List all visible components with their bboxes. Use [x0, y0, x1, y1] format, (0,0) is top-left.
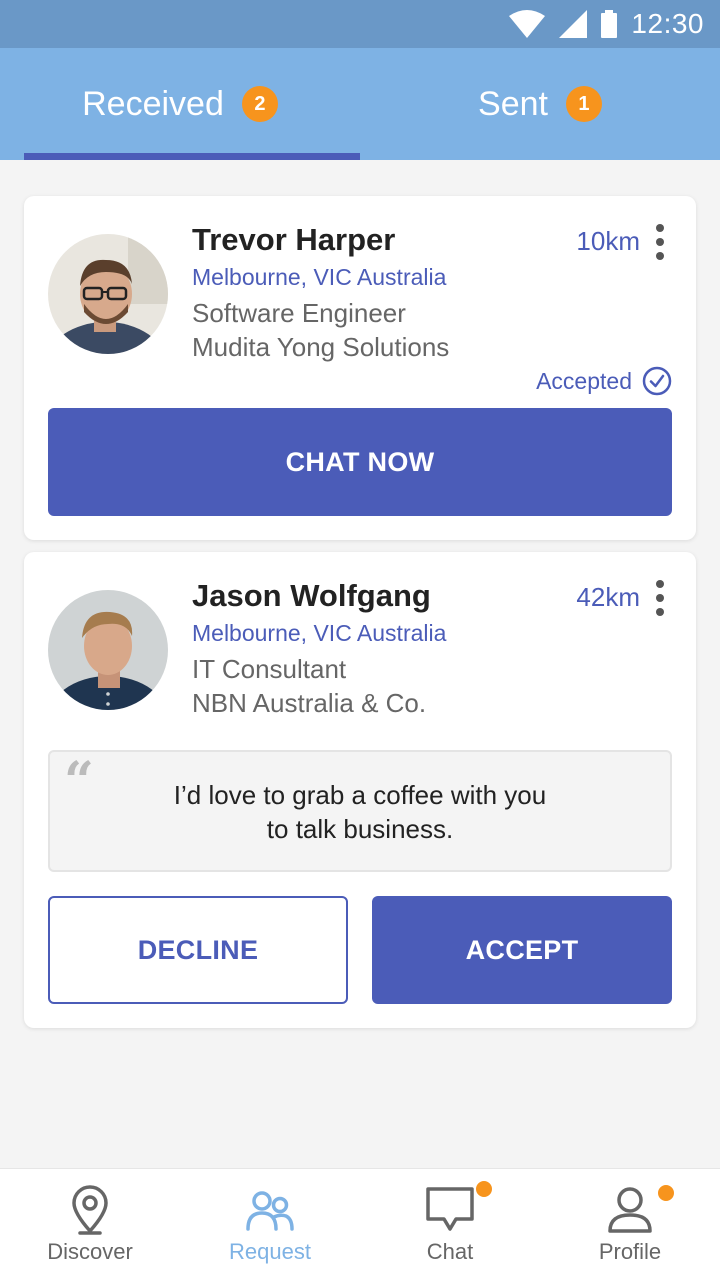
chat-bubble-icon	[426, 1187, 474, 1231]
nav-request-label: Request	[229, 1239, 311, 1264]
distance-label: 42km	[576, 582, 640, 612]
bottom-navigation: Discover Request Chat Profile	[0, 1168, 720, 1280]
requester-title: Software Engineer	[192, 298, 406, 328]
nav-chat-label: Chat	[426, 1239, 474, 1264]
nav-profile-label: Profile	[598, 1239, 662, 1264]
chat-now-button[interactable]: CHAT NOW	[48, 408, 672, 516]
request-card: Jason Wolfgang Melbourne, VIC Australia …	[24, 552, 696, 1028]
requester-name: Jason Wolfgang	[192, 578, 431, 613]
message-text: I’d love to grab a coffee with you to ta…	[50, 778, 670, 846]
tab-sent-label: Sent	[478, 84, 548, 123]
request-card: Trevor Harper Melbourne, VIC Australia S…	[24, 196, 696, 540]
avatar-image	[48, 590, 168, 710]
requester-location: Melbourne, VIC Australia	[192, 264, 447, 290]
requester-location: Melbourne, VIC Australia	[192, 620, 447, 646]
tab-sent-badge: 1	[565, 86, 602, 122]
request-tabs: Received 2 Sent 1	[0, 48, 720, 160]
map-pin-icon	[72, 1185, 108, 1235]
message-line-1: I’d love to grab a coffee with you	[173, 780, 547, 810]
signal-icon	[559, 10, 588, 38]
nav-chat[interactable]: Chat	[360, 1169, 540, 1280]
tab-received-label: Received	[82, 84, 224, 123]
distance-label: 10km	[576, 226, 640, 256]
avatar-image	[48, 234, 168, 354]
request-message: “ I’d love to grab a coffee with you to …	[48, 750, 672, 872]
requester-title: IT Consultant	[192, 654, 347, 684]
chat-notification-dot	[474, 1179, 494, 1199]
tab-received-badge: 2	[241, 86, 278, 122]
status-time: 12:30	[631, 8, 704, 39]
people-icon	[246, 1191, 294, 1231]
active-tab-indicator	[24, 153, 360, 160]
accepted-status: Accepted	[536, 366, 672, 396]
avatar[interactable]	[48, 590, 168, 710]
nav-discover-label: Discover	[47, 1239, 133, 1264]
more-options-icon[interactable]	[652, 224, 668, 260]
wifi-icon	[509, 10, 546, 38]
check-circle-icon	[642, 366, 672, 396]
avatar[interactable]	[48, 234, 168, 354]
nav-request[interactable]: Request	[180, 1169, 360, 1280]
requester-company: Mudita Yong Solutions	[192, 332, 450, 362]
nav-discover[interactable]: Discover	[0, 1169, 180, 1280]
requester-company: NBN Australia & Co.	[192, 688, 427, 718]
requester-name: Trevor Harper	[192, 222, 396, 257]
accepted-label: Accepted	[536, 367, 632, 394]
battery-icon	[601, 10, 618, 38]
nav-profile[interactable]: Profile	[540, 1169, 720, 1280]
decline-button[interactable]: DECLINE	[48, 896, 348, 1004]
status-bar: 12:30	[0, 0, 720, 48]
user-icon	[608, 1187, 652, 1233]
tab-received[interactable]: Received 2	[0, 48, 360, 160]
message-line-2: to talk business.	[266, 814, 454, 844]
accept-button[interactable]: ACCEPT	[372, 896, 672, 1004]
more-options-icon[interactable]	[652, 580, 668, 616]
tab-sent[interactable]: Sent 1	[360, 48, 720, 160]
profile-notification-dot	[656, 1183, 676, 1203]
